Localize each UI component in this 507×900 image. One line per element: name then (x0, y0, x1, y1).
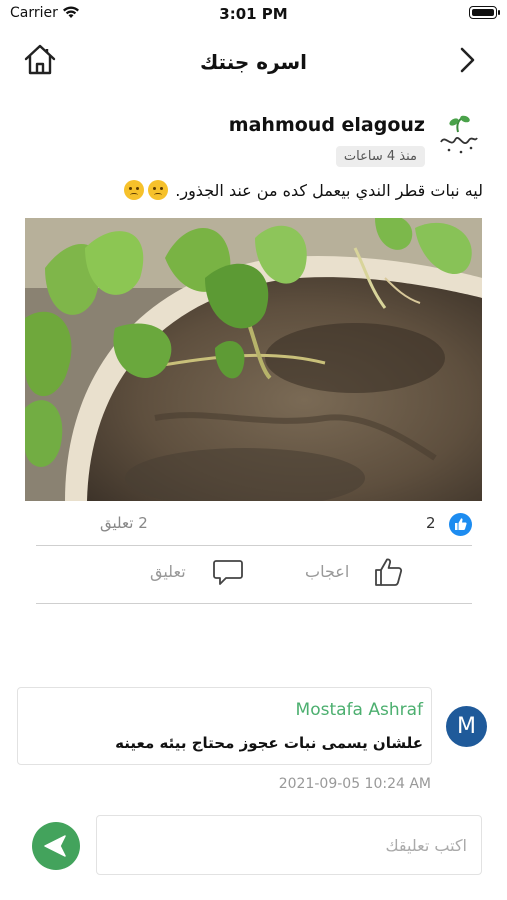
page-title: اسره جنتك (199, 50, 308, 74)
comment-text: علشان يسمى نبات عجوز محتاج بيئه معينه (115, 734, 423, 752)
thumbs-up-icon (375, 558, 403, 586)
speech-bubble-icon (213, 560, 243, 585)
app-logo (435, 112, 481, 158)
post-text-body: ليه نبات قطر الندي بيعمل كده من عند الجذ… (175, 181, 483, 200)
comment-input[interactable] (96, 815, 482, 875)
like-button-label: اعجاب (305, 562, 350, 581)
post-author[interactable]: mahmoud elagouz (229, 114, 425, 136)
comment-author[interactable]: Mostafa Ashraf (296, 700, 423, 720)
comment-count[interactable]: 2 تعليق (100, 514, 148, 532)
back-button[interactable] (455, 44, 481, 76)
send-icon (44, 835, 66, 857)
battery-icon (469, 6, 500, 19)
status-bar: Carrier 3:01 PM (0, 0, 507, 28)
avatar[interactable]: M (446, 706, 487, 747)
chevron-right-icon (460, 47, 475, 73)
like-count-icon (449, 513, 472, 536)
divider (36, 545, 472, 546)
like-button[interactable]: اعجاب (305, 556, 410, 588)
send-button[interactable] (32, 822, 80, 870)
post-time-badge: منذ 4 ساعات (335, 146, 425, 167)
like-count: 2 (426, 514, 436, 532)
post-text: ليه نبات قطر الندي بيعمل كده من عند الجذ… (122, 180, 483, 200)
sad-face-emoji-icon (148, 180, 169, 200)
comment-bubble (17, 687, 432, 765)
clock: 3:01 PM (219, 5, 288, 23)
divider (36, 603, 472, 604)
comment-button-label: تعليق (150, 562, 186, 581)
comment-button[interactable]: تعليق (150, 556, 250, 588)
sad-face-emoji-icon (124, 180, 145, 200)
comment-timestamp: 2021-09-05 10:24 AM (278, 776, 431, 792)
post-image[interactable] (25, 218, 482, 501)
